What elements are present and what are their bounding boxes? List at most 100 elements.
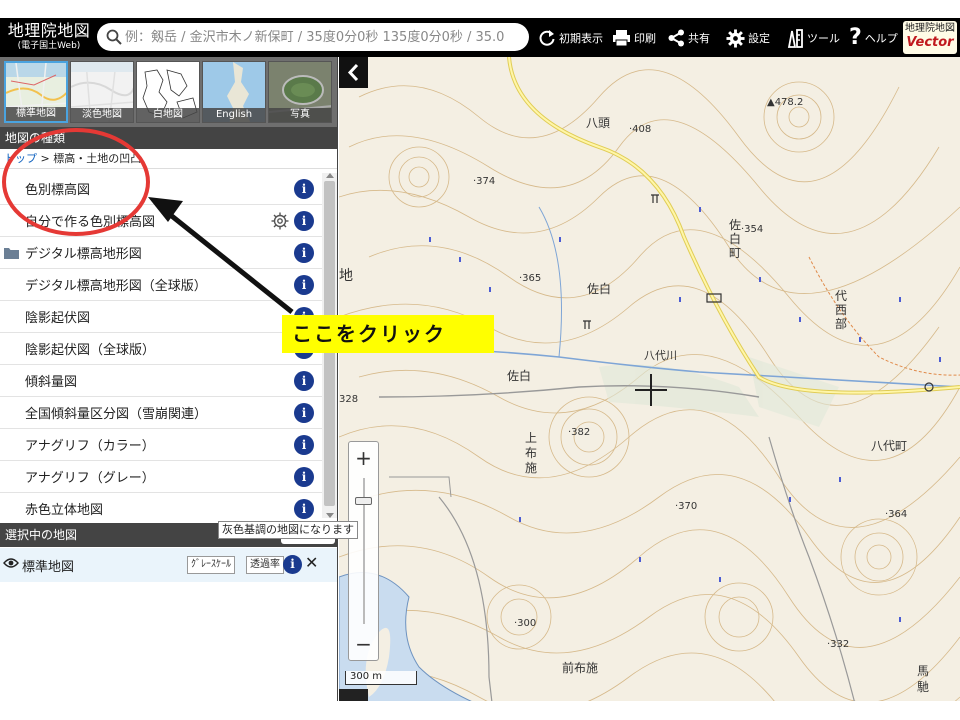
svg-text:·300: ·300: [514, 618, 536, 629]
refresh-icon: [539, 30, 555, 46]
search-box[interactable]: [97, 23, 529, 51]
layer-label: デジタル標高地形図（全球版）: [25, 279, 207, 294]
basemap-english[interactable]: English: [202, 61, 266, 123]
breadcrumb-home-link[interactable]: トップ: [4, 152, 37, 165]
info-icon[interactable]: i: [294, 467, 314, 487]
info-icon[interactable]: i: [294, 275, 314, 295]
app-header: 地理院地図 (電子国土Web) 初期表示 印刷 共有 設定 ツール ? ヘルプ …: [0, 18, 960, 57]
help-icon: ?: [849, 25, 862, 50]
basemap-blank[interactable]: 白地図: [136, 61, 200, 123]
svg-text:·354: ·354: [741, 224, 763, 235]
layer-folder-digital-elevation[interactable]: デジタル標高地形図 i: [0, 237, 322, 269]
vector-logo-subtitle: Vector: [906, 35, 954, 50]
reset-view-button[interactable]: 初期表示: [538, 24, 603, 52]
printer-icon: [613, 30, 630, 47]
topographic-map[interactable]: ▲478.2 ·408 ·374 ·354 ·365 ·382 ·370 ·36…: [339, 57, 960, 720]
share-button[interactable]: 共有: [668, 24, 710, 52]
zoom-in-button[interactable]: +: [349, 444, 378, 472]
close-icon[interactable]: ✕: [305, 553, 318, 572]
scroll-down-icon[interactable]: [326, 513, 334, 518]
svg-text:布: 布: [525, 446, 537, 460]
basemap-standard[interactable]: 標準地図: [4, 61, 68, 123]
info-icon[interactable]: i: [294, 179, 314, 199]
layer-item-digital-elevation-global[interactable]: デジタル標高地形図（全球版） i: [0, 269, 322, 301]
selected-layer-row[interactable]: 標準地図 ｸﾞﾚｰｽｹｰﾙ 透過率 i ✕: [0, 548, 337, 582]
layer-list: 色別標高図 i 自分で作る色別標高図 i デジタル標高地形図 i デジタル標高地…: [0, 173, 322, 525]
layer-item-color-elevation[interactable]: 色別標高図 i: [0, 173, 322, 205]
info-icon[interactable]: i: [294, 371, 314, 391]
svg-text:328: 328: [339, 394, 358, 405]
scroll-up-icon[interactable]: [326, 173, 334, 178]
layer-item-slope-avalanche[interactable]: 全国傾斜量区分図（雪崩関連） i: [0, 397, 322, 429]
svg-text:施: 施: [525, 461, 537, 475]
opacity-button[interactable]: 透過率: [246, 556, 284, 574]
svg-text:▲478.2: ▲478.2: [767, 97, 803, 108]
basemap-photo-label: 写真: [269, 108, 331, 122]
info-icon[interactable]: i: [294, 243, 314, 263]
layer-panel: 標準地図 淡色地図 白地図 English 写真 地図の種類 トップ > 標高・…: [0, 57, 338, 720]
settings-button[interactable]: 設定: [726, 24, 770, 52]
chevron-left-icon: [347, 63, 359, 82]
svg-text:馬: 馬: [917, 664, 929, 678]
info-icon[interactable]: i: [294, 499, 314, 519]
vector-logo[interactable]: 地理院地図 Vector: [903, 21, 957, 54]
tools-button[interactable]: ツール: [786, 24, 840, 52]
layer-item-hillshade-global[interactable]: 陰影起伏図（全球版） i: [0, 333, 322, 365]
grayscale-button[interactable]: ｸﾞﾚｰｽｹｰﾙ: [187, 556, 235, 574]
zoom-control: + −: [348, 441, 379, 661]
svg-text:·370: ·370: [675, 501, 697, 512]
zoom-out-button[interactable]: −: [349, 630, 378, 658]
print-button[interactable]: 印刷: [612, 24, 656, 52]
share-icon: [668, 29, 684, 47]
gear-icon[interactable]: [270, 211, 290, 231]
svg-text:白: 白: [729, 231, 741, 246]
layer-item-anaglyph-color[interactable]: アナグリフ（カラー） i: [0, 429, 322, 461]
svg-text:·332: ·332: [827, 639, 849, 650]
zoom-slider-handle[interactable]: [355, 497, 372, 505]
layer-item-anaglyph-gray[interactable]: アナグリフ（グレー） i: [0, 461, 322, 493]
layer-item-custom-color-elevation[interactable]: 自分で作る色別標高図 i: [0, 205, 322, 237]
svg-text:八代川: 八代川: [644, 349, 677, 362]
folder-icon: [4, 248, 19, 259]
map-corner-control[interactable]: [339, 689, 368, 701]
info-icon[interactable]: i: [283, 555, 302, 574]
map-canvas[interactable]: ▲478.2 ·408 ·374 ·354 ·365 ·382 ·370 ·36…: [339, 57, 960, 720]
scale-bar: 300 m: [345, 671, 417, 685]
layer-label: デジタル標高地形図: [25, 247, 142, 262]
svg-text:佐白: 佐白: [507, 368, 531, 383]
basemap-pale[interactable]: 淡色地図: [70, 61, 134, 123]
basemap-pale-label: 淡色地図: [71, 108, 133, 122]
layer-label: 色別標高図: [25, 183, 91, 198]
tools-label: ツール: [807, 32, 840, 45]
layer-label: 赤色立体地図: [25, 503, 104, 518]
info-icon[interactable]: i: [294, 403, 314, 423]
svg-text:八代町: 八代町: [871, 439, 907, 453]
info-icon[interactable]: i: [294, 211, 314, 231]
help-button[interactable]: ? ヘルプ: [849, 24, 898, 52]
basemap-english-label: English: [203, 108, 265, 122]
search-input[interactable]: [125, 27, 521, 47]
tools-icon: [787, 29, 803, 48]
logo-subtitle: (電子国土Web): [17, 41, 81, 51]
svg-text:佐白: 佐白: [587, 281, 611, 296]
help-label: ヘルプ: [864, 32, 898, 45]
svg-text:上: 上: [525, 431, 537, 445]
app-logo[interactable]: 地理院地図 (電子国土Web): [4, 21, 94, 55]
layer-label: 傾斜量図: [25, 375, 78, 390]
search-icon[interactable]: [106, 29, 122, 45]
svg-text:·382: ·382: [568, 427, 590, 438]
vector-logo-title: 地理院地図: [905, 23, 955, 34]
layer-label: 陰影起伏図（全球版）: [25, 343, 156, 358]
svg-text:·408: ·408: [629, 124, 651, 135]
selected-layer-name: 標準地図: [22, 560, 75, 575]
logo-title: 地理院地図: [7, 21, 91, 40]
collapse-panel-button[interactable]: [339, 57, 368, 88]
layer-item-hillshade[interactable]: 陰影起伏図 i: [0, 301, 322, 333]
svg-text:·364: ·364: [885, 509, 907, 520]
info-icon[interactable]: i: [294, 435, 314, 455]
settings-label: 設定: [748, 32, 770, 45]
eye-icon[interactable]: [3, 557, 19, 569]
share-label: 共有: [688, 32, 710, 45]
basemap-photo[interactable]: 写真: [268, 61, 332, 123]
layer-item-slope[interactable]: 傾斜量図 i: [0, 365, 322, 397]
